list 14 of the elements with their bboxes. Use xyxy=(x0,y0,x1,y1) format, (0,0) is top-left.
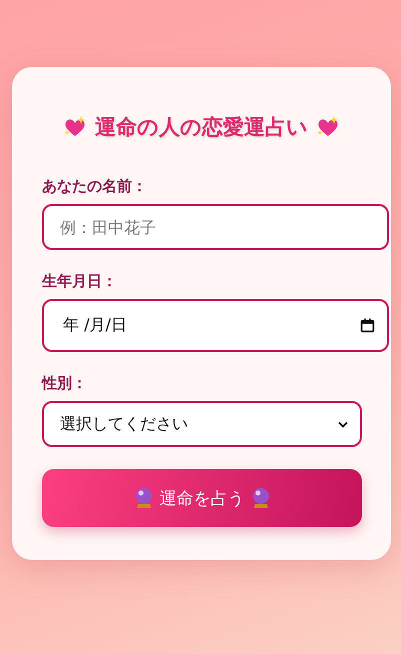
crystal-ball-icon xyxy=(134,487,154,509)
sparkling-heart-icon xyxy=(316,115,340,139)
fortune-button[interactable]: 運命を占う xyxy=(42,469,362,527)
field-label: 性別： xyxy=(42,374,88,393)
field-label: 生年月日： xyxy=(42,272,118,291)
field-label: あなたの名前： xyxy=(42,177,148,196)
date-input[interactable]: 年 /月/日 xyxy=(42,299,389,352)
crystal-ball-icon xyxy=(250,487,270,509)
calendar-icon xyxy=(360,318,375,333)
sparkling-heart-icon xyxy=(63,115,87,139)
gender-select[interactable]: 選択してください xyxy=(42,401,362,447)
chevron-down-icon xyxy=(338,420,348,428)
name-input[interactable]: 例：田中花子 xyxy=(42,204,389,250)
page-title: 運命の人の恋愛運占い xyxy=(95,114,308,141)
